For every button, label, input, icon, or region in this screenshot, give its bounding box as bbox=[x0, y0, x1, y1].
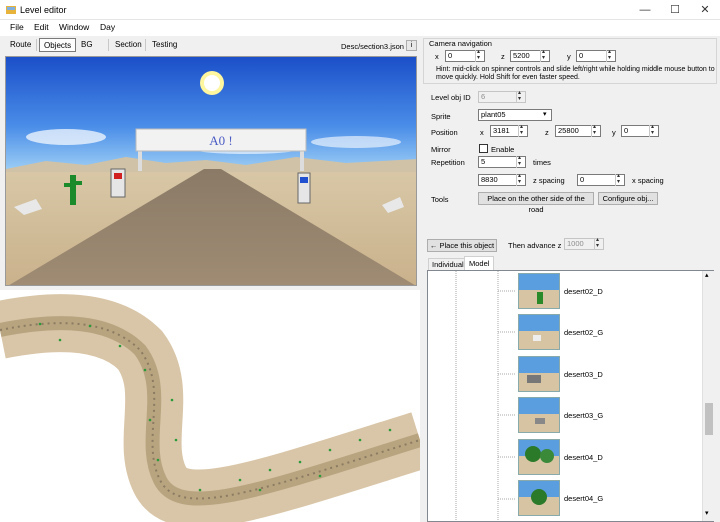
sprite-label: Sprite bbox=[431, 112, 451, 121]
maximize-icon[interactable]: ☐ bbox=[660, 0, 690, 20]
tab-route[interactable]: Route bbox=[6, 38, 35, 52]
scroll-down-icon[interactable]: ▾ bbox=[705, 509, 709, 517]
menu-window[interactable]: Window bbox=[59, 22, 89, 32]
mirror-checkbox[interactable] bbox=[479, 144, 488, 153]
model-label[interactable]: desert02_G bbox=[564, 328, 603, 337]
tab-section[interactable]: Section bbox=[111, 38, 146, 52]
repetition-label: Repetition bbox=[431, 158, 465, 167]
tab-model[interactable]: Model bbox=[464, 256, 495, 270]
place-other-side-button[interactable]: Place on the other side of the road bbox=[478, 192, 594, 214]
tab-bg[interactable]: BG bbox=[77, 38, 97, 52]
minimize-icon[interactable]: — bbox=[630, 0, 660, 20]
sprite-select[interactable]: plant05 bbox=[478, 109, 552, 121]
sun-icon bbox=[200, 71, 224, 95]
spinner-arrows-icon[interactable] bbox=[540, 48, 549, 62]
model-label[interactable]: desert04_G bbox=[564, 494, 603, 503]
banner-text: A0 ! bbox=[209, 133, 232, 148]
model-list-scrollbar[interactable]: ▴ ▾ bbox=[702, 271, 714, 521]
menu-edit[interactable]: Edit bbox=[34, 22, 49, 32]
position-z-label: z bbox=[545, 128, 549, 137]
model-thumbnail[interactable] bbox=[518, 314, 560, 350]
tab-objects[interactable]: Objects bbox=[39, 38, 77, 52]
tab-separator bbox=[108, 39, 109, 51]
configure-obj-button[interactable]: Configure obj... bbox=[598, 192, 658, 205]
tab-individual[interactable]: Individual bbox=[428, 258, 468, 270]
model-thumbnail[interactable] bbox=[518, 439, 560, 475]
camera-z-label: z bbox=[501, 52, 505, 61]
app-icon bbox=[6, 6, 16, 14]
level-obj-id-label: Level obj ID bbox=[431, 93, 471, 102]
menu-day[interactable]: Day bbox=[100, 22, 115, 32]
spinner-arrows-icon bbox=[594, 236, 603, 250]
info-button[interactable]: i bbox=[406, 40, 417, 51]
menu-bar: File Edit Window Day bbox=[0, 20, 720, 36]
file-path-label: Desc/section3.json bbox=[341, 42, 404, 51]
spinner-arrows-icon[interactable] bbox=[615, 172, 624, 186]
track-map-canvas bbox=[0, 294, 420, 522]
mirror-label: Mirror bbox=[431, 145, 451, 154]
camera-y-label: y bbox=[567, 52, 571, 61]
track-map[interactable] bbox=[0, 290, 420, 522]
camera-navigation-title: Camera navigation bbox=[429, 39, 492, 48]
tab-separator bbox=[145, 39, 146, 51]
position-y-label: y bbox=[612, 128, 616, 137]
tab-separator bbox=[36, 39, 37, 51]
times-label: times bbox=[533, 158, 551, 167]
spinner-arrows-icon[interactable] bbox=[475, 48, 484, 62]
x-spacing-label: x spacing bbox=[632, 176, 664, 185]
z-spacing-label: z spacing bbox=[533, 176, 565, 185]
chevron-down-icon[interactable]: ▾ bbox=[543, 110, 547, 118]
tab-testing[interactable]: Testing bbox=[148, 38, 181, 52]
tools-label: Tools bbox=[431, 195, 449, 204]
tree-lines bbox=[455, 271, 516, 521]
model-thumbnail[interactable] bbox=[518, 397, 560, 433]
advance-z-label: Then advance z bbox=[508, 241, 562, 250]
spinner-arrows-icon[interactable] bbox=[516, 172, 525, 186]
spinner-arrows-icon[interactable] bbox=[591, 123, 600, 137]
place-object-button[interactable]: ← Place this object bbox=[427, 239, 497, 252]
spinner-arrows-icon[interactable] bbox=[649, 123, 658, 137]
scroll-up-icon[interactable]: ▴ bbox=[705, 271, 709, 279]
sign-left bbox=[110, 168, 126, 198]
model-thumbnail[interactable] bbox=[518, 356, 560, 392]
menu-file[interactable]: File bbox=[10, 22, 24, 32]
position-label: Position bbox=[431, 128, 458, 137]
model-thumbnail[interactable] bbox=[518, 480, 560, 516]
spinner-arrows-icon[interactable] bbox=[518, 123, 527, 137]
model-label[interactable]: desert03_D bbox=[564, 370, 603, 379]
model-label[interactable]: desert03_G bbox=[564, 411, 603, 420]
spinner-arrows-icon bbox=[516, 89, 525, 103]
camera-hint: Hint: mid-click on spinner controls and … bbox=[436, 66, 715, 81]
game-preview[interactable]: A0 ! bbox=[5, 56, 417, 286]
model-label[interactable]: desert04_D bbox=[564, 453, 603, 462]
title-bar: Level editor — ☐ ✕ bbox=[0, 0, 720, 20]
position-x-label: x bbox=[480, 128, 484, 137]
spinner-arrows-icon[interactable] bbox=[516, 154, 525, 168]
model-thumbnail[interactable] bbox=[518, 273, 560, 309]
spinner-arrows-icon[interactable] bbox=[606, 48, 615, 62]
model-label[interactable]: desert02_D bbox=[564, 287, 603, 296]
scrollbar-thumb[interactable] bbox=[705, 403, 713, 435]
model-tree: desert02_D desert02_G desert03_D desert0… bbox=[427, 270, 714, 522]
mirror-enable-label: Enable bbox=[491, 145, 515, 154]
close-icon[interactable]: ✕ bbox=[690, 0, 720, 20]
sign-right bbox=[297, 172, 311, 204]
game-scene: A0 ! bbox=[6, 57, 416, 285]
camera-x-label: x bbox=[435, 52, 439, 61]
window-title: Level editor bbox=[20, 5, 67, 15]
